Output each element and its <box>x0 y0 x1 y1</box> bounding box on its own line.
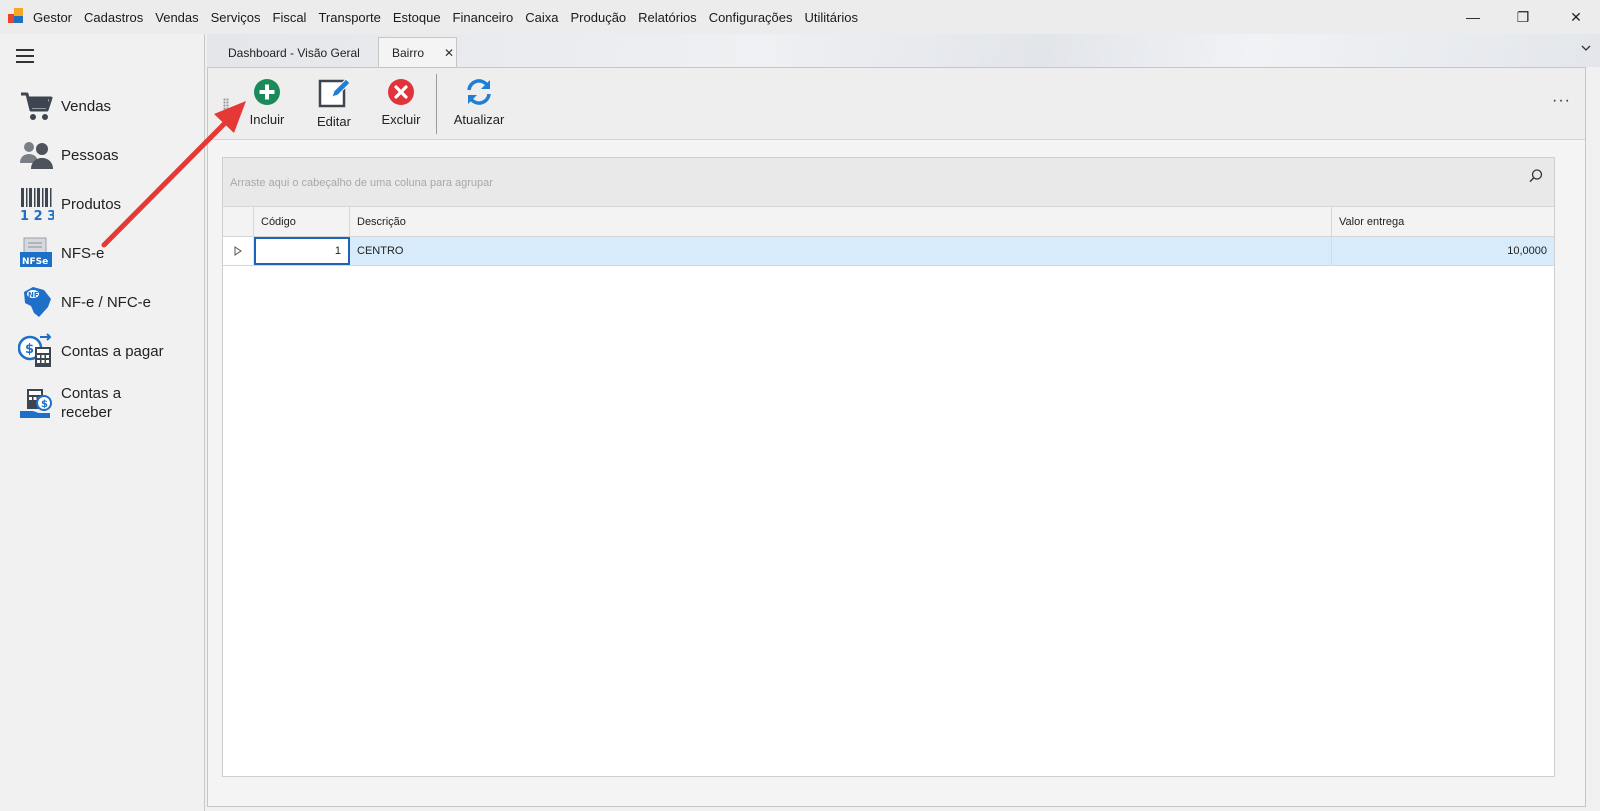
tab-label: Dashboard - Visão Geral <box>228 45 360 60</box>
menu-estoque[interactable]: Estoque <box>393 10 441 25</box>
svg-text:$: $ <box>41 399 48 410</box>
cell-codigo[interactable]: 1 <box>254 237 350 265</box>
menu-vendas[interactable]: Vendas <box>155 10 198 25</box>
sidebar: Vendas Pessoas 1 2 3 Produtos NFSe NFS-e… <box>0 34 205 811</box>
edit-button[interactable]: Editar <box>304 78 364 134</box>
delete-button-label: Excluir <box>381 112 421 127</box>
column-header-codigo[interactable]: Código <box>254 207 350 237</box>
add-icon <box>254 79 280 105</box>
sidebar-item-nfse[interactable]: NFSe NFS-e <box>18 235 198 271</box>
refresh-button[interactable]: Atualizar <box>449 78 509 134</box>
sidebar-item-label: Produtos <box>61 195 122 213</box>
hand-money-icon: $ <box>18 385 54 421</box>
edit-icon <box>318 78 350 108</box>
tab-label: Bairro <box>392 46 425 60</box>
sidebar-item-produtos[interactable]: 1 2 3 Produtos <box>18 186 198 224</box>
cart-icon <box>18 88 54 124</box>
refresh-icon <box>467 79 491 105</box>
column-header-descricao[interactable]: Descrição <box>350 207 1332 237</box>
delete-button[interactable]: Excluir <box>371 78 431 134</box>
column-header-label: Código <box>261 215 296 228</box>
menu-caixa[interactable]: Caixa <box>525 10 558 25</box>
edit-button-label: Editar <box>317 114 351 129</box>
svg-text:NFSe: NFSe <box>22 257 48 267</box>
add-button-label: Incluir <box>249 112 285 127</box>
people-icon <box>18 137 54 173</box>
title-bar: Gestor Cadastros Vendas Serviços Fiscal … <box>0 0 1600 34</box>
calculator-money-icon: $ <box>17 333 54 369</box>
toolbar-separator <box>436 74 437 134</box>
chevron-down-icon[interactable] <box>1580 42 1592 57</box>
sidebar-item-contas-receber[interactable]: $ Contas a receber <box>18 384 198 422</box>
nfse-icon: NFSe <box>18 235 54 271</box>
menu-producao[interactable]: Produção <box>571 10 627 25</box>
sidebar-item-label: Pessoas <box>61 146 119 164</box>
sidebar-item-label: Vendas <box>61 97 112 115</box>
menu-cadastros[interactable]: Cadastros <box>84 10 143 25</box>
toolbar: Incluir Editar Excluir Atualizar ··· <box>208 68 1585 140</box>
menu-fiscal[interactable]: Fiscal <box>273 10 307 25</box>
hamburger-menu-icon[interactable] <box>16 49 34 63</box>
tab-bairro[interactable]: Bairro ✕ <box>378 37 457 68</box>
svg-text:1 2 3: 1 2 3 <box>20 209 54 222</box>
search-icon[interactable] <box>1528 168 1544 184</box>
barcode-icon: 1 2 3 <box>18 186 56 224</box>
sidebar-item-vendas[interactable]: Vendas <box>18 88 198 124</box>
sidebar-item-pessoas[interactable]: Pessoas <box>18 137 198 173</box>
nfe-brazil-icon: NF <box>18 284 54 320</box>
close-tab-icon[interactable]: ✕ <box>444 46 454 60</box>
menu-servicos[interactable]: Serviços <box>211 10 261 25</box>
sidebar-item-label: Contas a receber <box>61 385 122 421</box>
menu-utilitarios[interactable]: Utilitários <box>805 10 858 25</box>
menu-gestor[interactable]: Gestor <box>33 10 72 25</box>
app-logo-icon <box>8 8 24 24</box>
refresh-button-label: Atualizar <box>453 112 505 127</box>
sidebar-item-contas-pagar[interactable]: $ Contas a pagar <box>17 333 198 369</box>
group-by-hint: Arraste aqui o cabeçalho de uma coluna p… <box>230 177 493 189</box>
menu-bar: Gestor Cadastros Vendas Serviços Fiscal … <box>33 0 870 34</box>
toolbar-grip-icon[interactable] <box>223 98 229 110</box>
svg-text:$: $ <box>25 342 34 357</box>
column-header-valor-entrega[interactable]: Valor entrega <box>1332 207 1554 237</box>
document-tabs: Dashboard - Visão Geral Bairro ✕ <box>207 34 1600 68</box>
row-indicator-header <box>223 207 254 237</box>
close-window-button[interactable]: ✕ <box>1553 0 1599 34</box>
add-button[interactable]: Incluir <box>237 78 297 134</box>
tab-dashboard[interactable]: Dashboard - Visão Geral <box>215 37 373 68</box>
menu-configuracoes[interactable]: Configurações <box>709 10 793 25</box>
menu-relatorios[interactable]: Relatórios <box>638 10 697 25</box>
minimize-button[interactable]: — <box>1450 0 1496 34</box>
cell-descricao[interactable]: CENTRO <box>350 237 1332 265</box>
cell-valor-entrega[interactable]: 10,0000 <box>1332 237 1554 265</box>
group-by-panel[interactable]: Arraste aqui o cabeçalho de uma coluna p… <box>223 158 1554 207</box>
menu-transporte[interactable]: Transporte <box>318 10 380 25</box>
more-options-icon[interactable]: ··· <box>1552 92 1571 110</box>
sidebar-item-label: NF-e / NFC-e <box>61 293 151 311</box>
sidebar-item-label: NFS-e <box>61 244 105 262</box>
row-expand-icon[interactable] <box>223 237 254 265</box>
sidebar-item-label: Contas a pagar <box>61 342 164 360</box>
column-header-label: Valor entrega <box>1339 215 1405 228</box>
restore-button[interactable]: ❐ <box>1500 0 1546 34</box>
column-header-label: Descrição <box>357 215 406 228</box>
menu-financeiro[interactable]: Financeiro <box>453 10 514 25</box>
table-row[interactable]: 1 CENTRO 10,0000 <box>223 237 1554 266</box>
delete-icon <box>388 79 414 105</box>
data-grid: Arraste aqui o cabeçalho de uma coluna p… <box>222 157 1555 777</box>
content-pane: Incluir Editar Excluir Atualizar ··· Arr… <box>207 67 1586 807</box>
svg-text:NF: NF <box>28 291 39 299</box>
sidebar-item-nfe[interactable]: NF NF-e / NFC-e <box>18 284 198 320</box>
